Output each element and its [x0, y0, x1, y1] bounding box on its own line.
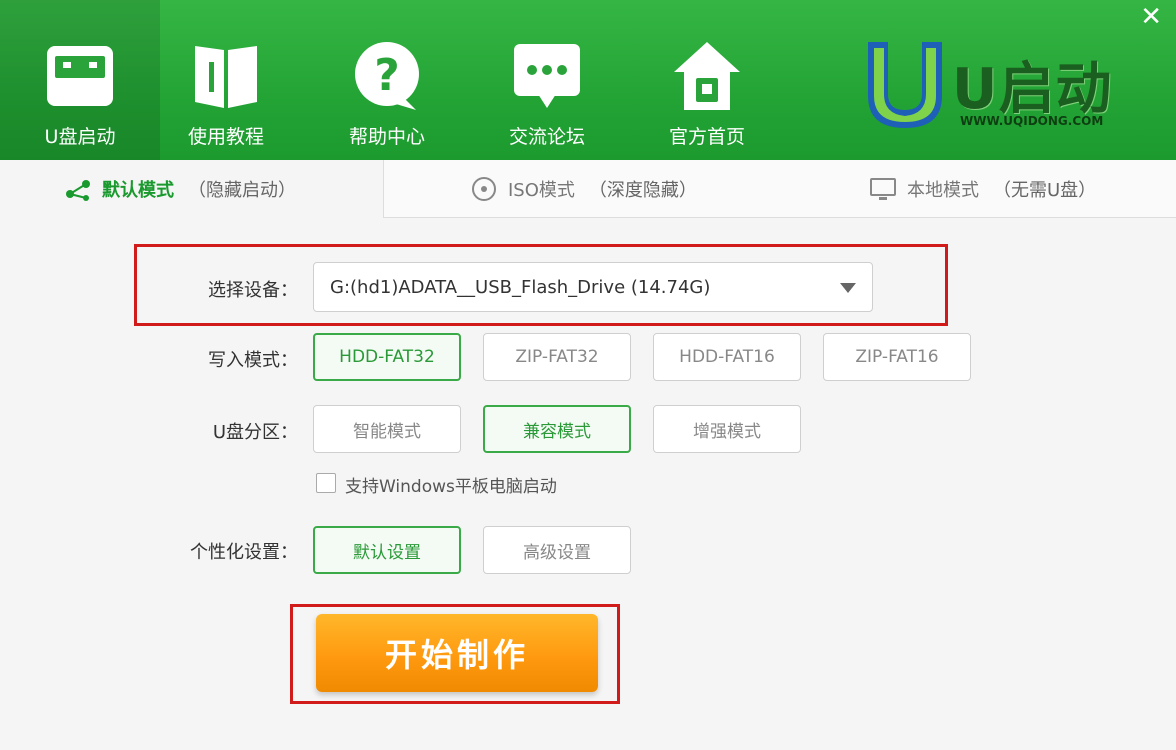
personalize-advanced-button[interactable]: 高级设置	[483, 526, 631, 574]
nav-label: U盘启动	[44, 126, 116, 148]
logo-url: WWW.UQIDONG.COM	[960, 114, 1104, 128]
book-icon	[195, 46, 257, 108]
write-mode-zip-fat32[interactable]: ZIP-FAT32	[483, 333, 631, 381]
highlight-box-device	[134, 244, 948, 326]
tab-default-mode[interactable]: 默认模式 （隐藏启动）	[0, 160, 383, 218]
write-mode-label: 写入模式：	[208, 350, 298, 371]
personalize-label: 个性化设置：	[190, 542, 298, 563]
tab-subtitle: （深度隐藏）	[588, 179, 697, 201]
tab-title: 本地模式	[907, 179, 979, 201]
tab-subtitle: （隐藏启动）	[188, 180, 296, 201]
write-mode-zip-fat16[interactable]: ZIP-FAT16	[823, 333, 971, 381]
mode-tabs: 默认模式 （隐藏启动） ISO模式 （深度隐藏） 本地模式 （无需U盘）	[0, 160, 1176, 218]
monitor-icon	[870, 177, 896, 200]
write-mode-hdd-fat16[interactable]: HDD-FAT16	[653, 333, 801, 381]
tablet-boot-label: 支持Windows平板电脑启动	[345, 477, 557, 497]
disc-icon	[472, 176, 496, 201]
tab-title: ISO模式	[508, 179, 575, 201]
chat-bubble-icon	[514, 44, 580, 108]
share-icon	[66, 180, 90, 201]
header-bar: U盘启动 使用教程 ? 帮助中心 交流论坛 官方首页 U启动 WWW.UQIDO…	[0, 0, 1176, 160]
logo-u-icon	[868, 42, 942, 128]
usb-drive-icon	[47, 46, 113, 106]
nav-label: 帮助中心	[348, 126, 425, 148]
nav-tutorial[interactable]: 使用教程	[146, 0, 306, 160]
nav-label: 官方首页	[668, 126, 745, 148]
nav-label: 使用教程	[187, 126, 264, 148]
nav-forum[interactable]: 交流论坛	[467, 0, 627, 160]
home-icon	[674, 42, 740, 110]
tab-iso-mode[interactable]: ISO模式 （深度隐藏）	[383, 160, 783, 218]
personalize-default-button[interactable]: 默认设置	[313, 526, 461, 574]
write-mode-hdd-fat32[interactable]: HDD-FAT32	[313, 333, 461, 381]
nav-homepage[interactable]: 官方首页	[627, 0, 787, 160]
partition-compat-mode[interactable]: 兼容模式	[483, 405, 631, 453]
tab-title: 默认模式	[102, 180, 174, 201]
nav-usb-boot[interactable]: U盘启动	[0, 0, 160, 160]
partition-label: U盘分区：	[212, 422, 298, 443]
logo-text: U启动	[952, 57, 1113, 122]
tab-local-mode[interactable]: 本地模式 （无需U盘）	[783, 160, 1176, 218]
tab-subtitle: （无需U盘）	[993, 179, 1097, 201]
partition-smart-mode[interactable]: 智能模式	[313, 405, 461, 453]
nav-help-center[interactable]: ? 帮助中心	[307, 0, 467, 160]
highlight-box-start	[290, 604, 620, 704]
partition-enhanced-mode[interactable]: 增强模式	[653, 405, 801, 453]
app-logo: U启动 WWW.UQIDONG.COM	[860, 38, 1120, 138]
svg-text:?: ?	[374, 50, 400, 101]
tablet-boot-checkbox[interactable]	[316, 473, 336, 493]
help-icon: ?	[355, 42, 419, 110]
nav-label: 交流论坛	[508, 126, 585, 148]
close-button[interactable]: ✕	[1140, 2, 1162, 32]
